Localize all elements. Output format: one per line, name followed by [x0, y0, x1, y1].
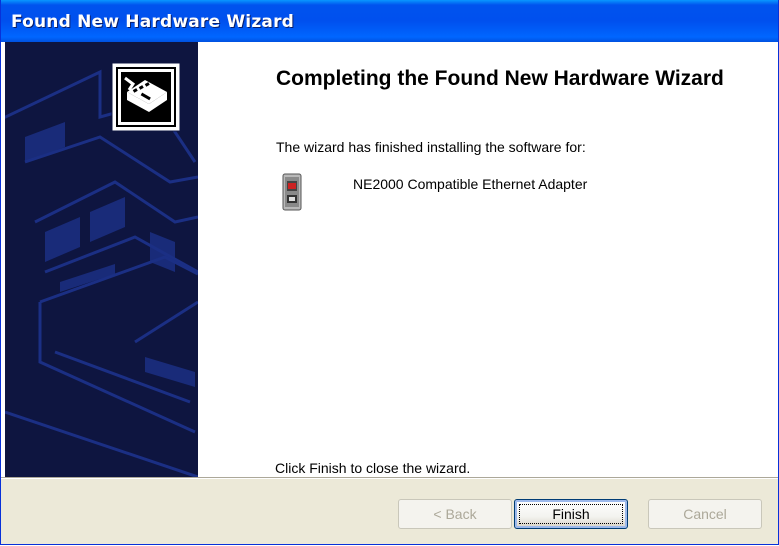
footer-divider: [1, 477, 778, 479]
device-name: NE2000 Compatible Ethernet Adapter: [353, 176, 588, 192]
wizard-content: Completing the Found New Hardware Wizard…: [1, 42, 778, 477]
focus-rectangle: [519, 504, 623, 524]
back-button-label: < Back: [433, 506, 477, 522]
title-bar[interactable]: Found New Hardware Wizard: [1, 0, 778, 42]
cancel-button[interactable]: Cancel: [648, 499, 762, 529]
wizard-sidebar-banner: [5, 42, 198, 477]
window-title: Found New Hardware Wizard: [11, 12, 295, 32]
closing-instruction: Click Finish to close the wizard.: [275, 460, 471, 476]
hardware-wizard-icon: [111, 62, 181, 132]
wizard-window: Found New Hardware Wizard Completing the…: [0, 0, 779, 545]
back-button[interactable]: < Back: [398, 499, 512, 529]
page-title: Completing the Found New Hardware Wizard: [276, 67, 724, 90]
status-text: The wizard has finished installing the s…: [276, 139, 586, 155]
wizard-main-panel: Completing the Found New Hardware Wizard…: [198, 42, 778, 477]
cancel-button-label: Cancel: [683, 506, 727, 522]
network-adapter-icon: [282, 173, 302, 211]
finish-button[interactable]: Finish: [514, 499, 628, 529]
